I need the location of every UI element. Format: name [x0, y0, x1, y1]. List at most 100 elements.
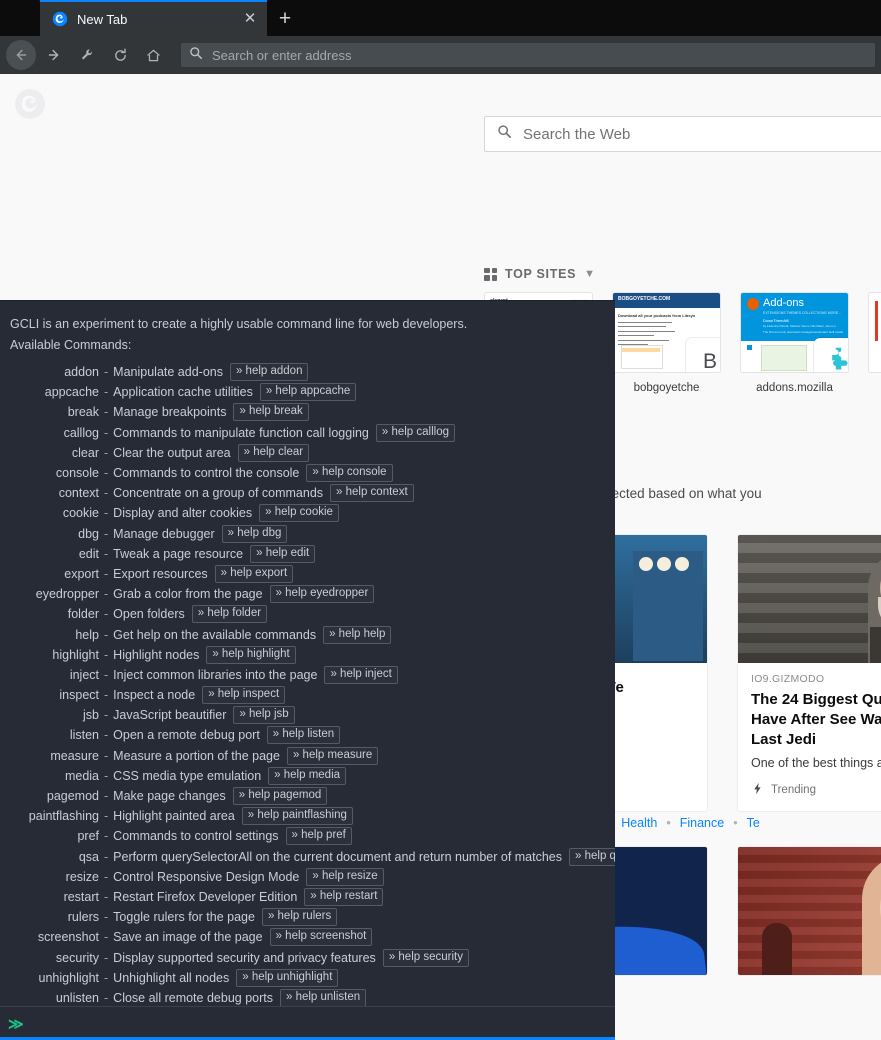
gcli-help-link[interactable]: » help unhighlight [236, 969, 338, 987]
gcli-help-link[interactable]: » help highlight [206, 646, 295, 664]
gcli-help-link[interactable]: » help console [306, 464, 392, 482]
gcli-help-link[interactable]: » help help [323, 626, 391, 644]
gcli-command-name: resize [10, 870, 99, 884]
topic-separator: • [666, 816, 670, 830]
gcli-help-link[interactable]: » help listen [267, 726, 340, 744]
gcli-command-row: pref-Commands to control settings» help … [10, 826, 605, 846]
gcli-help-link[interactable]: » help security [383, 949, 469, 967]
gcli-help-link[interactable]: » help unlisten [280, 989, 366, 1007]
gcli-help-link[interactable]: » help context [330, 484, 414, 502]
gcli-command-name: paintflashing [10, 809, 99, 823]
gcli-dash-separator: - [99, 628, 113, 642]
gcli-help-link[interactable]: » help qsa [569, 848, 615, 866]
url-bar[interactable]: Search or enter address [181, 43, 875, 67]
gcli-help-link[interactable]: » help dbg [222, 525, 288, 543]
gcli-help-link[interactable]: » help restart [304, 888, 383, 906]
top-site-tile[interactable]: Add-ons EXTENSIONS THEMES COLLECTIONS MO… [740, 292, 849, 394]
tab-new-tab[interactable]: New Tab ✕ [40, 0, 267, 36]
new-tab-button[interactable]: + [272, 6, 298, 32]
gcli-command-description: Save an image of the page [113, 930, 262, 944]
gcli-dash-separator: - [99, 951, 113, 965]
gcli-help-link[interactable]: » help export [215, 565, 294, 583]
gcli-command-name: help [10, 628, 99, 642]
gcli-command-description: Clear the output area [113, 446, 230, 460]
gcli-prompt-row[interactable]: ≫ [0, 1007, 615, 1040]
gcli-command-name: cookie [10, 506, 99, 520]
gcli-command-row: console-Commands to control the console»… [10, 463, 605, 483]
gcli-command-row: eyedropper-Grab a color from the page» h… [10, 584, 605, 604]
gcli-help-link[interactable]: » help folder [192, 605, 267, 623]
gcli-help-link[interactable]: » help inject [324, 666, 397, 684]
back-arrow-icon[interactable] [6, 40, 36, 70]
gcli-dash-separator: - [99, 688, 113, 702]
gcli-command-row: qsa-Perform querySelectorAll on the curr… [10, 847, 605, 867]
gcli-help-link[interactable]: » help pagemod [233, 787, 327, 805]
gcli-help-link[interactable]: » help resize [306, 868, 383, 886]
gcli-help-link[interactable]: » help measure [287, 747, 378, 765]
gcli-command-description: JavaScript beautifier [113, 708, 226, 722]
tile-label: addons.mozilla [740, 382, 849, 394]
gcli-help-link[interactable]: » help screenshot [270, 928, 373, 946]
chevron-down-icon[interactable]: ▼ [584, 268, 595, 280]
gcli-command-description: Inject common libraries into the page [113, 668, 317, 682]
gcli-dash-separator: - [99, 648, 113, 662]
gcli-command-name: dbg [10, 527, 99, 541]
gcli-command-row: paintflashing-Highlight painted area» he… [10, 806, 605, 826]
gcli-help-link[interactable]: » help cookie [259, 504, 339, 522]
gcli-prompt-caret: ≫ [8, 1015, 23, 1033]
gcli-help-link[interactable]: » help media [268, 767, 346, 785]
top-site-tile[interactable] [868, 292, 881, 394]
search-placeholder: Search the Web [523, 126, 630, 143]
gcli-command-description: Get help on the available commands [113, 628, 316, 642]
wrench-icon[interactable] [72, 40, 102, 70]
gcli-help-link[interactable]: » help clear [238, 444, 309, 462]
gcli-dash-separator: - [99, 607, 113, 621]
gcli-command-name: export [10, 567, 99, 581]
gcli-help-link[interactable]: » help jsb [233, 706, 294, 724]
gcli-command-description: Display and alter cookies [113, 506, 252, 520]
top-site-tile[interactable]: BOBGOYETCHE.COM Download all your podcas… [612, 292, 721, 394]
gcli-command-row: context-Concentrate on a group of comman… [10, 483, 605, 503]
gcli-help-link[interactable]: » help break [233, 403, 308, 421]
gcli-command-name: edit [10, 547, 99, 561]
gcli-help-link[interactable]: » help paintflashing [242, 807, 353, 825]
search-input[interactable]: Search the Web [484, 116, 881, 152]
gcli-help-link[interactable]: » help inspect [202, 686, 285, 704]
gcli-command-description: Grab a color from the page [113, 587, 262, 601]
browser-window: New Tab ✕ + Search or enter address [0, 0, 881, 1040]
gcli-help-link[interactable]: » help addon [230, 363, 309, 381]
gcli-command-description: Manage debugger [113, 527, 214, 541]
gcli-command-description: Tweak a page resource [113, 547, 243, 561]
gcli-help-link[interactable]: » help pref [286, 827, 352, 845]
gcli-command-name: measure [10, 749, 99, 763]
gcli-command-name: qsa [10, 850, 99, 864]
lightning-icon [751, 782, 764, 798]
gcli-help-link[interactable]: » help rulers [262, 908, 337, 926]
gcli-command-description: Commands to control the console [113, 466, 299, 480]
close-icon[interactable]: ✕ [241, 10, 259, 28]
reload-icon[interactable] [105, 40, 135, 70]
gcli-command-description: Display supported security and privacy f… [113, 951, 376, 965]
gcli-developer-toolbar-panel: GCLI is an experiment to create a highly… [0, 300, 615, 1040]
gcli-command-name: restart [10, 890, 99, 904]
gcli-help-link[interactable]: » help appcache [260, 383, 356, 401]
home-icon[interactable] [138, 40, 168, 70]
topic-link[interactable]: Te [747, 816, 760, 830]
pocket-card[interactable]: IO9.GIZMODO The 24 Biggest Que We Have A… [737, 534, 881, 812]
forward-arrow-icon[interactable] [39, 40, 69, 70]
card-image [738, 847, 881, 975]
tile-label: bobgoyetche [612, 382, 721, 394]
gcli-command-name: inspect [10, 688, 99, 702]
gcli-command-name: highlight [10, 648, 99, 662]
pocket-card[interactable] [737, 846, 881, 976]
gcli-command-name: clear [10, 446, 99, 460]
firefox-icon [52, 11, 68, 27]
tile-thumbnail: Add-ons EXTENSIONS THEMES COLLECTIONS MO… [740, 292, 849, 373]
gcli-help-link[interactable]: » help calllog [376, 424, 455, 442]
gcli-help-link[interactable]: » help eyedropper [270, 585, 375, 603]
gcli-dash-separator: - [99, 426, 113, 440]
gcli-help-link[interactable]: » help edit [250, 545, 315, 563]
gcli-command-row: media-CSS media type emulation» help med… [10, 766, 605, 786]
topic-link[interactable]: Health [621, 816, 657, 830]
topic-link[interactable]: Finance [680, 816, 724, 830]
